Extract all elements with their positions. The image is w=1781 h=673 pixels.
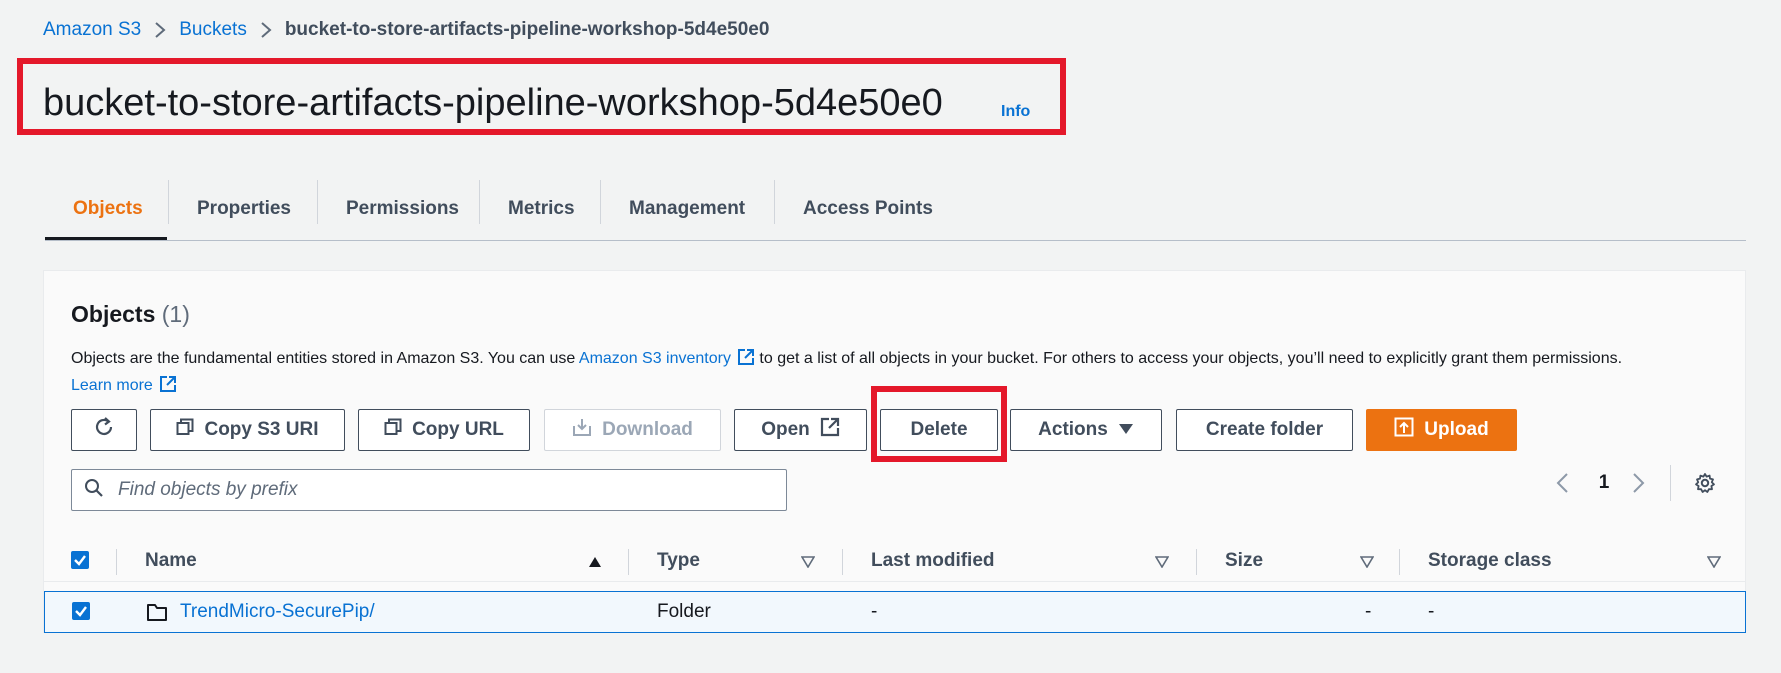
page-number[interactable]: 1	[1596, 472, 1612, 494]
refresh-button[interactable]	[71, 409, 137, 451]
active-tab-indicator	[45, 237, 167, 240]
desc-text-2: to get a list of all objects in your buc…	[754, 350, 1623, 367]
tab-permissions[interactable]: Permissions	[346, 178, 459, 240]
desc-text-1: Objects are the fundamental entities sto…	[71, 350, 579, 367]
column-header-last-modified[interactable]: Last modified	[871, 541, 995, 581]
sort-ascending-icon[interactable]	[588, 555, 602, 573]
external-link-icon[interactable]	[159, 375, 177, 393]
tab-access-points[interactable]: Access Points	[803, 178, 933, 240]
sort-icon[interactable]	[1154, 555, 1170, 573]
objects-count: (1)	[161, 301, 190, 327]
breadcrumb-buckets[interactable]: Buckets	[179, 19, 247, 41]
column-divider	[1399, 549, 1400, 575]
tab-objects[interactable]: Objects	[73, 178, 143, 240]
sort-icon[interactable]	[800, 555, 816, 573]
download-button[interactable]: Download	[544, 409, 721, 451]
caret-down-icon	[1118, 419, 1134, 441]
object-size: -	[1365, 601, 1372, 622]
column-divider	[842, 549, 843, 575]
copy-s3-uri-label: Copy S3 URI	[204, 419, 319, 440]
tab-properties[interactable]: Properties	[197, 178, 291, 240]
search-icon	[84, 478, 104, 503]
upload-icon	[1394, 417, 1414, 443]
open-label: Open	[761, 419, 810, 440]
breadcrumb-amazon-s3[interactable]: Amazon S3	[43, 19, 141, 41]
column-divider	[628, 549, 629, 575]
copy-icon	[384, 418, 402, 442]
page-title: bucket-to-store-artifacts-pipeline-works…	[43, 82, 943, 124]
column-header-type[interactable]: Type	[657, 541, 700, 581]
external-link-icon[interactable]	[737, 348, 755, 366]
column-divider	[116, 549, 117, 575]
object-name-link[interactable]: TrendMicro-SecurePip/	[180, 592, 375, 632]
tab-metrics[interactable]: Metrics	[508, 178, 575, 240]
search-box	[71, 469, 787, 511]
chevron-right-icon	[260, 21, 272, 39]
column-divider	[1196, 549, 1197, 575]
download-label: Download	[602, 419, 693, 440]
chevron-right-icon	[154, 21, 166, 39]
copy-url-button[interactable]: Copy URL	[358, 409, 530, 451]
objects-heading: Objects (1)	[71, 301, 190, 328]
tab-divider	[168, 180, 169, 224]
inventory-link[interactable]: Amazon S3 inventory	[579, 350, 731, 367]
tab-divider	[600, 180, 601, 224]
download-icon	[572, 417, 592, 443]
tab-divider	[774, 180, 775, 224]
objects-heading-label: Objects	[71, 301, 156, 327]
tab-management[interactable]: Management	[629, 178, 745, 240]
object-storage-class: -	[1428, 601, 1435, 622]
sort-icon[interactable]	[1706, 555, 1722, 573]
gear-icon[interactable]	[1694, 472, 1716, 499]
select-all-checkbox[interactable]	[71, 551, 89, 569]
info-link[interactable]: Info	[1001, 103, 1030, 121]
upload-label: Upload	[1424, 419, 1489, 440]
row-checkbox[interactable]	[72, 602, 90, 620]
search-input[interactable]	[116, 478, 760, 502]
breadcrumb-current: bucket-to-store-artifacts-pipeline-works…	[284, 19, 770, 40]
chevron-left-icon[interactable]	[1555, 472, 1569, 499]
refresh-icon	[93, 416, 115, 444]
sort-icon[interactable]	[1359, 555, 1375, 573]
table-row[interactable]: TrendMicro-SecurePip/ Folder - - -	[44, 591, 1746, 633]
breadcrumb: Amazon S3 Buckets bucket-to-store-artifa…	[43, 19, 769, 41]
column-header-size[interactable]: Size	[1225, 541, 1263, 581]
copy-icon	[176, 418, 194, 442]
upload-button[interactable]: Upload	[1366, 409, 1517, 451]
tab-divider	[317, 180, 318, 224]
chevron-right-icon[interactable]	[1632, 472, 1646, 499]
tab-bar: Objects Properties Permissions Metrics M…	[45, 178, 1746, 241]
folder-icon	[146, 602, 168, 627]
delete-highlight-box	[871, 386, 1007, 462]
open-button[interactable]: Open	[734, 409, 867, 451]
external-link-icon	[820, 417, 840, 443]
tab-divider	[479, 180, 480, 224]
actions-button[interactable]: Actions	[1010, 409, 1162, 451]
create-folder-button[interactable]: Create folder	[1176, 409, 1353, 451]
copy-s3-uri-button[interactable]: Copy S3 URI	[150, 409, 345, 451]
object-type: Folder	[657, 601, 711, 622]
learn-more-link[interactable]: Learn more	[71, 377, 153, 394]
copy-url-label: Copy URL	[412, 419, 504, 440]
column-header-name[interactable]: Name	[145, 541, 197, 581]
table-header: Name Type Last modified Size Storage cla…	[44, 541, 1745, 582]
column-header-storage-class[interactable]: Storage class	[1428, 541, 1552, 581]
pagination-divider	[1670, 465, 1671, 501]
actions-label: Actions	[1038, 419, 1108, 440]
object-last-modified: -	[871, 601, 878, 622]
